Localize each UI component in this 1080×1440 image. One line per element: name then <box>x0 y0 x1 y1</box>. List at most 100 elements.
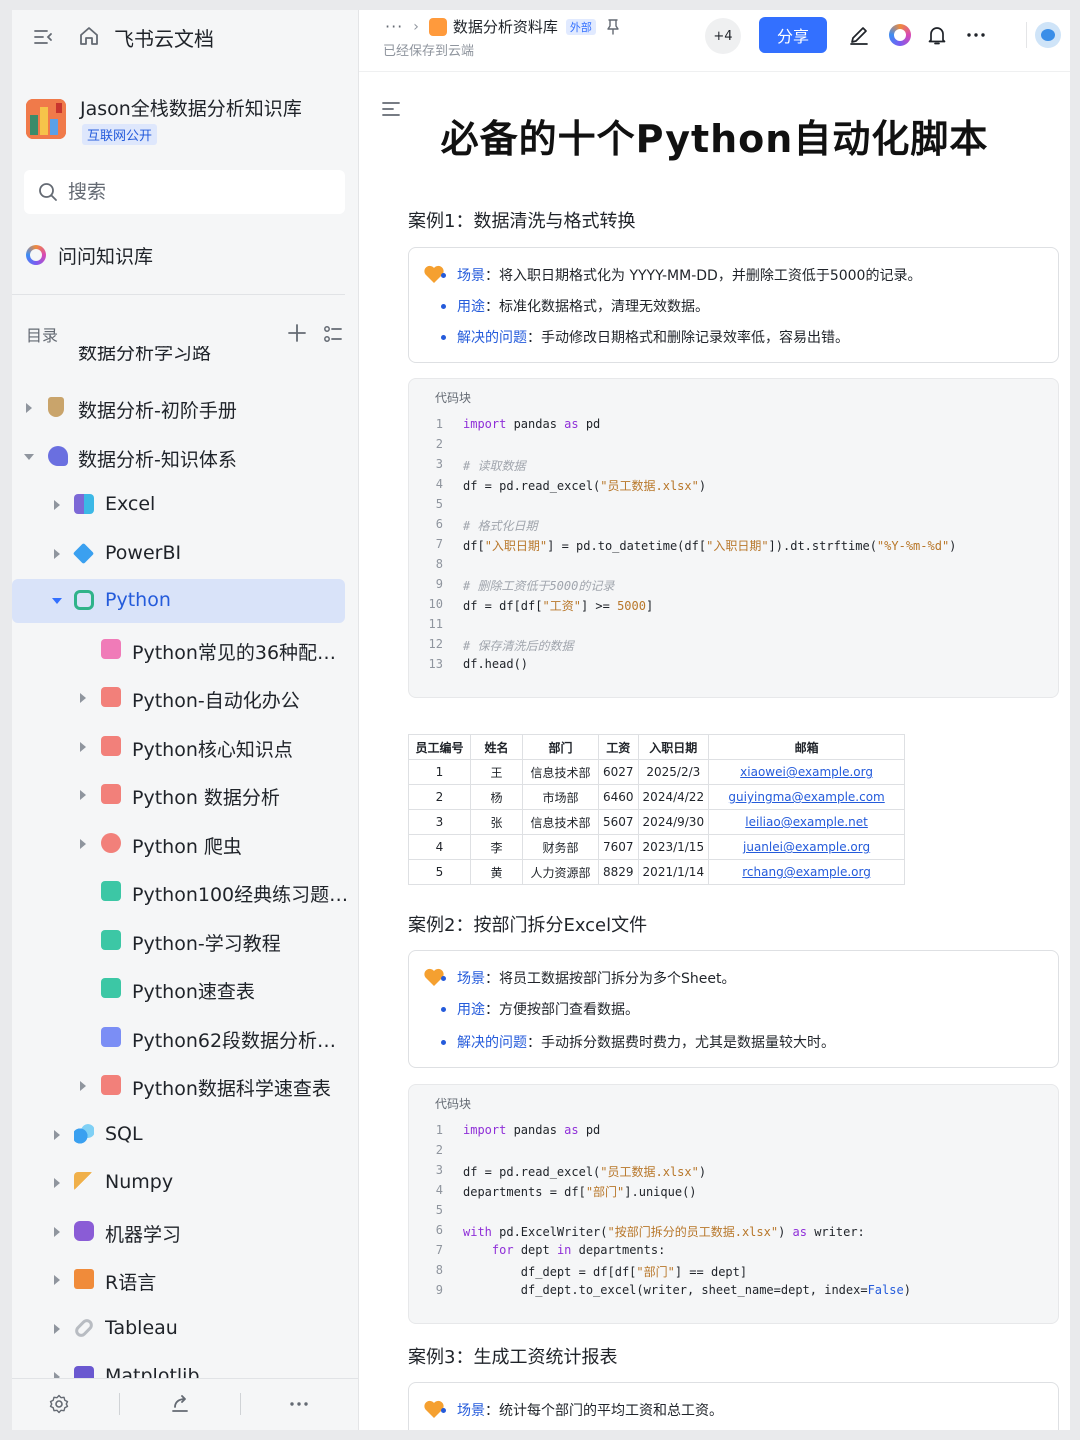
toc-item-python-cheatsheet[interactable]: Python速查表 <box>12 967 345 1011</box>
toc-item-python-charts[interactable]: Python常见的36种配图... <box>12 628 352 672</box>
employee-table: 员工编号 姓名 部门 工资 入职日期 邮箱 1 王信息技术部 6027 2025/2/… <box>408 734 906 885</box>
table-cell: 信息技术部 <box>522 809 599 835</box>
toc-item-label: Tableau <box>105 1317 178 1339</box>
callout-bullet: 用途：方便按部门查看数据。 <box>441 999 639 1019</box>
user-avatar[interactable] <box>1035 22 1061 48</box>
case2-callout: 场景：将员工数据按部门拆分为多个Sheet。 用途：方便按部门查看数据。 解决的… <box>408 950 1059 1068</box>
toc-item-machine-learning[interactable]: 机器学习 <box>12 1210 345 1254</box>
ai-assistant-icon <box>26 245 46 265</box>
python-icon <box>74 590 94 610</box>
robot-icon <box>74 1221 94 1241</box>
toc-item-python[interactable]: Python <box>12 579 345 623</box>
toc-item-python-analysis[interactable]: Python 数据分析 <box>12 773 345 817</box>
toc-item-excel[interactable]: Excel <box>12 483 345 527</box>
toc-item-label: 数据分析-知识体系 <box>78 449 237 471</box>
app-name[interactable]: 飞书云文档 <box>114 23 214 52</box>
column-header: 入职日期 <box>637 734 710 760</box>
toc-item-python-100[interactable]: Python100经典练习题.... <box>12 870 352 914</box>
doc-blue-icon <box>101 1027 121 1047</box>
doc-red-icon <box>101 833 121 853</box>
toc-item-label: Python数据科学速查表 <box>132 1078 331 1100</box>
external-badge: 外部 <box>565 18 596 35</box>
table-cell: juanlei@example.org <box>708 834 906 860</box>
more-options-icon[interactable] <box>288 1393 310 1415</box>
toc-item-label: Python-学习教程 <box>132 933 281 955</box>
document-area: ··· › 数据分析资料库 外部 已经保存到云端 +4 分享 必备的十个Pyth… <box>359 10 1070 1430</box>
toc-item-knowledge-system[interactable]: 数据分析-知识体系 <box>12 435 345 479</box>
column-header: 姓名 <box>470 734 523 760</box>
toc-item-powerbi[interactable]: PowerBI <box>12 532 345 576</box>
table-cell: xiaowei@example.org <box>708 759 906 785</box>
toc-item-python-tutorial[interactable]: Python-学习教程 <box>12 919 345 963</box>
toc-item-python-crawler[interactable]: Python 爬虫 <box>12 822 345 866</box>
email-link[interactable]: xiaowei@example.org <box>740 765 873 779</box>
table-cell: 市场部 <box>522 784 599 810</box>
email-link[interactable]: rchang@example.org <box>742 865 871 879</box>
chevron-right-icon: › <box>413 18 419 35</box>
callout-bullet: 场景：将员工数据按部门拆分为多个Sheet。 <box>440 968 735 988</box>
toc-item-matplotlib[interactable]: Matplotlib <box>12 1355 345 1380</box>
case1-code-block[interactable]: 代码块 1 import pandas as pd 2 3 # 读取数据 4 df =… <box>408 378 1059 698</box>
table-cell: 2024/4/22 <box>637 784 710 810</box>
toc-item-label: 机器学习 <box>105 1224 182 1246</box>
breadcrumb-space[interactable]: 数据分析资料库 <box>453 16 558 37</box>
home-icon[interactable] <box>78 25 100 47</box>
key-icon <box>74 1172 94 1192</box>
case1-callout: 场景：将入职日期格式化为 YYYY-MM-DD，并删除工资低于5000的记录。 … <box>408 247 1059 363</box>
doc-title: 必备的十个Python自动化脚本 <box>440 117 989 161</box>
doc-green-icon <box>101 978 121 998</box>
knowledge-base-icon <box>428 17 447 36</box>
doc-topbar: ··· › 数据分析资料库 外部 已经保存到云端 +4 分享 <box>359 10 1070 72</box>
share-export-icon[interactable] <box>169 1393 191 1415</box>
toc-item-numpy[interactable]: Numpy <box>12 1161 345 1205</box>
column-header: 员工编号 <box>408 734 471 760</box>
table-row: 2 杨市场部 6460 2024/4/22 guiyingma@example.com <box>408 784 906 810</box>
table-cell: 信息技术部 <box>522 759 599 785</box>
ask-label: 问问知识库 <box>58 245 154 268</box>
toc-item-python-core[interactable]: Python核心知识点 <box>12 725 345 769</box>
table-cell: 黄 <box>470 859 523 885</box>
settings-gear-icon[interactable] <box>48 1393 70 1415</box>
ai-assistant-icon[interactable] <box>889 24 911 46</box>
case2-code-block[interactable]: 代码块 1 import pandas as pd 2 3 df = pd.read… <box>408 1084 1059 1324</box>
search-input[interactable] <box>68 176 338 208</box>
table-cell: 2 <box>408 784 471 810</box>
toc-item-python-ds-cheatsheet[interactable]: Python数据科学速查表 <box>12 1064 345 1108</box>
toc-item-sql[interactable]: SQL <box>12 1113 345 1157</box>
toc-item-label: Numpy <box>105 1171 174 1193</box>
email-link[interactable]: leiliao@example.net <box>745 815 868 829</box>
toc-item-r-language[interactable]: R语言 <box>12 1258 345 1302</box>
toc-item-label: PowerBI <box>105 542 182 564</box>
callout-bullet: 解决的问题：手动拆分数据费时费力，尤其是数据量较大时。 <box>441 1032 835 1052</box>
edit-pen-icon[interactable] <box>848 24 870 46</box>
toc-item-label: Python 爬虫 <box>132 836 242 858</box>
collaborators-count[interactable]: +4 <box>705 18 741 54</box>
email-link[interactable]: guiyingma@example.com <box>728 790 884 804</box>
callout-bullet: 用途：标准化数据格式，清理无效数据。 <box>441 296 709 316</box>
toc-item-partial[interactable]: 数据分析学习路线 <box>78 346 228 366</box>
toc-item-python-62[interactable]: Python62段数据分析和... <box>12 1016 352 1060</box>
toc-item-label: Python62段数据分析和... <box>132 1030 352 1052</box>
table-cell: 5607 <box>598 809 639 835</box>
knowledge-space-header[interactable]: Jason全栈数据分析知识库 互联网公开 <box>26 94 346 154</box>
search-box[interactable] <box>24 170 345 214</box>
more-options-icon[interactable] <box>965 24 987 46</box>
toc-item-label: Python <box>105 589 171 611</box>
sql-icon <box>74 1124 94 1144</box>
toc-item-tableau[interactable]: Tableau <box>12 1307 345 1351</box>
toc-item-beginner-handbook[interactable]: 数据分析-初阶手册 <box>12 386 345 430</box>
collapse-sidebar-icon[interactable] <box>32 26 54 48</box>
toc-item-label: R语言 <box>105 1272 157 1294</box>
code-block-label: 代码块 <box>435 391 472 405</box>
notification-bell-icon[interactable] <box>926 24 948 46</box>
toc-item-python-office[interactable]: Python-自动化办公 <box>12 676 345 720</box>
ask-knowledge-base[interactable]: 问问知识库 <box>26 240 153 270</box>
breadcrumb-ellipsis[interactable]: ··· <box>385 17 403 36</box>
case3-heading: 案例3：生成工资统计报表 <box>408 1347 618 1368</box>
pin-icon[interactable] <box>606 18 620 35</box>
toc-item-label: Python100经典练习题.... <box>132 884 352 906</box>
email-link[interactable]: juanlei@example.org <box>743 840 870 854</box>
callout-bullet: 解决的问题：手动修改日期格式和删除记录效率低，容易出错。 <box>441 327 849 347</box>
doc-pink-icon <box>101 639 121 659</box>
share-button[interactable]: 分享 <box>759 17 827 53</box>
